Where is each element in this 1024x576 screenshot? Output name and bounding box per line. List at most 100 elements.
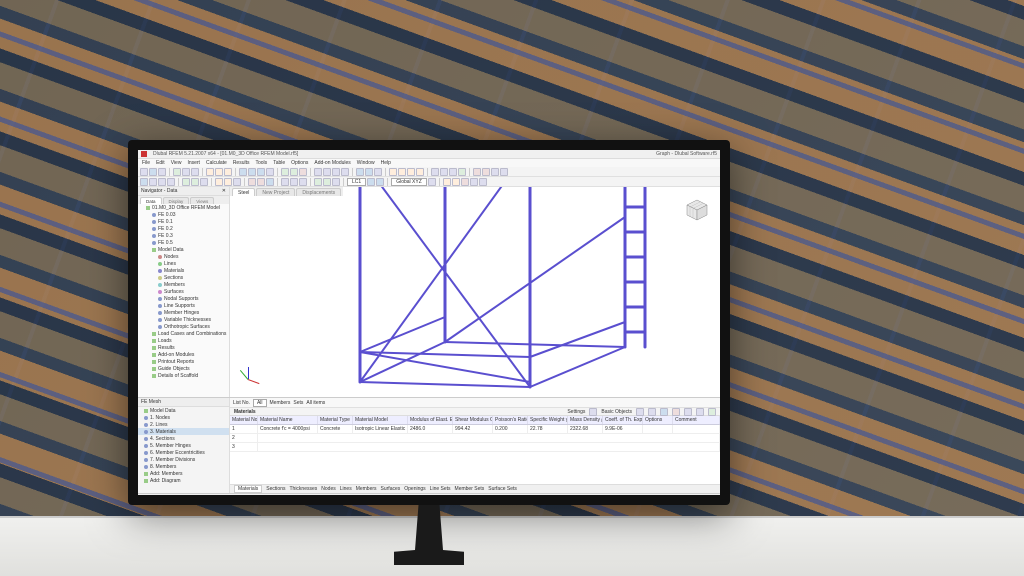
mirror-icon[interactable] (167, 178, 175, 186)
table-row-empty[interactable]: 2 (230, 434, 720, 443)
view-top-icon[interactable] (398, 168, 406, 176)
print-icon[interactable] (173, 168, 181, 176)
nav-item[interactable]: FE 0.3 (138, 232, 229, 239)
view-side-icon[interactable] (416, 168, 424, 176)
filter-icon[interactable] (500, 168, 508, 176)
view-iso-icon[interactable] (389, 168, 397, 176)
bot-nav-item[interactable]: 2. Lines (138, 421, 229, 428)
menu-options[interactable]: Options (291, 160, 308, 166)
nav-item[interactable]: FE 0.03 (138, 211, 229, 218)
materials-table[interactable]: Material No. Material Name Material Type… (230, 416, 720, 484)
cs-icon[interactable] (428, 178, 436, 186)
hinge-icon[interactable] (374, 168, 382, 176)
bot-nav-item[interactable]: 4. Sections (138, 435, 229, 442)
axis-gizmo[interactable] (236, 367, 260, 391)
menu-insert[interactable]: Insert (187, 160, 200, 166)
import-icon[interactable] (332, 178, 340, 186)
node-icon[interactable] (314, 168, 322, 176)
isolate-icon[interactable] (299, 178, 307, 186)
nav-item[interactable]: Member Hinges (138, 309, 229, 316)
nav-item[interactable]: Nodal Supports (138, 295, 229, 302)
bot-nav-item[interactable]: Add: Diagram (138, 477, 229, 484)
check-icon[interactable] (299, 168, 307, 176)
scale-icon[interactable] (461, 178, 469, 186)
new-icon[interactable] (140, 168, 148, 176)
nav-item[interactable]: Loads (138, 337, 229, 344)
surface-icon[interactable] (341, 168, 349, 176)
table-row-empty[interactable]: 3 (230, 443, 720, 452)
tbl-add-icon[interactable] (660, 408, 668, 416)
move-icon[interactable] (149, 178, 157, 186)
sheet-tab[interactable]: Openings (404, 486, 425, 492)
grid-icon[interactable] (215, 178, 223, 186)
sheet-tab-materials[interactable]: Materials (234, 485, 262, 493)
sheet-tab[interactable]: Sections (266, 486, 285, 492)
menu-help[interactable]: Help (381, 160, 391, 166)
nav-tab-views[interactable]: Views (190, 197, 214, 204)
bot-nav-item[interactable]: 7. Member Divisions (138, 456, 229, 463)
nav-item[interactable]: Materials (138, 267, 229, 274)
lc-icon[interactable] (248, 178, 256, 186)
menu-tools[interactable]: Tools (256, 160, 268, 166)
3d-viewport[interactable]: Steel New Project Displacements (230, 187, 720, 397)
sheet-tab[interactable]: Line Sets (430, 486, 451, 492)
dim-icon[interactable] (473, 168, 481, 176)
mesh-icon[interactable] (458, 168, 466, 176)
nav-item[interactable]: Results (138, 344, 229, 351)
tbl-select[interactable]: All (253, 399, 267, 407)
snap-icon[interactable] (224, 178, 232, 186)
tbl-del-icon[interactable] (672, 408, 680, 416)
loadcase-select[interactable]: LC1 (347, 178, 366, 186)
calc-icon[interactable] (281, 168, 289, 176)
nav-root[interactable]: 01.M0_3D Office RFEM Model (138, 204, 229, 211)
redo-icon[interactable] (191, 168, 199, 176)
legend-icon[interactable] (452, 178, 460, 186)
paste-icon[interactable] (224, 168, 232, 176)
open-icon[interactable] (149, 168, 157, 176)
text-icon[interactable] (482, 168, 490, 176)
layer-icon[interactable] (491, 168, 499, 176)
nav-item[interactable]: Sections (138, 274, 229, 281)
nav-item[interactable]: Guide Objects (138, 365, 229, 372)
bot-nav-item[interactable]: 5. Member Hinges (138, 442, 229, 449)
sheet-tab[interactable]: Members (356, 486, 377, 492)
trans-icon[interactable] (449, 168, 457, 176)
tbl-tab[interactable]: Members (270, 400, 291, 406)
nav-item[interactable]: Lines (138, 260, 229, 267)
nav-item[interactable]: FE 0.5 (138, 239, 229, 246)
divide-icon[interactable] (191, 178, 199, 186)
show-icon[interactable] (281, 178, 289, 186)
nav-item[interactable]: Variable Thicknesses (138, 316, 229, 323)
load-icon[interactable] (356, 168, 364, 176)
tbl-filter-icon[interactable] (636, 408, 644, 416)
menu-results[interactable]: Results (233, 160, 250, 166)
nav-item[interactable]: FE 0.1 (138, 218, 229, 225)
menu-window[interactable]: Window (357, 160, 375, 166)
cut-icon[interactable] (206, 168, 214, 176)
copy2-icon[interactable] (158, 178, 166, 186)
nav-item[interactable]: Add-on Modules (138, 351, 229, 358)
nav-item[interactable]: Members (138, 281, 229, 288)
rc-icon[interactable] (266, 178, 274, 186)
solid-icon[interactable] (440, 168, 448, 176)
sheet-tab[interactable]: Surface Sets (488, 486, 517, 492)
results-icon[interactable] (290, 168, 298, 176)
export-icon[interactable] (323, 178, 331, 186)
tbl-export-icon[interactable] (708, 408, 716, 416)
basic-btn[interactable]: Basic Objects (601, 409, 632, 415)
fit-icon[interactable] (266, 168, 274, 176)
report-icon[interactable] (314, 178, 322, 186)
nav-item[interactable]: Line Supports (138, 302, 229, 309)
bot-nav-item[interactable]: 8. Members (138, 463, 229, 470)
nav-item[interactable]: Nodes (138, 253, 229, 260)
menu-calculate[interactable]: Calculate (206, 160, 227, 166)
sheet-tab[interactable]: Member Sets (455, 486, 485, 492)
sheet-tab[interactable]: Nodes (321, 486, 335, 492)
menu-edit[interactable]: Edit (156, 160, 165, 166)
select-icon[interactable] (140, 178, 148, 186)
menu-view[interactable]: View (171, 160, 182, 166)
display-select[interactable]: Global XYZ (391, 178, 427, 186)
anim-icon[interactable] (470, 178, 478, 186)
bot-nav-item[interactable]: Add: Members (138, 470, 229, 477)
nav-item[interactable]: Model Data (138, 246, 229, 253)
